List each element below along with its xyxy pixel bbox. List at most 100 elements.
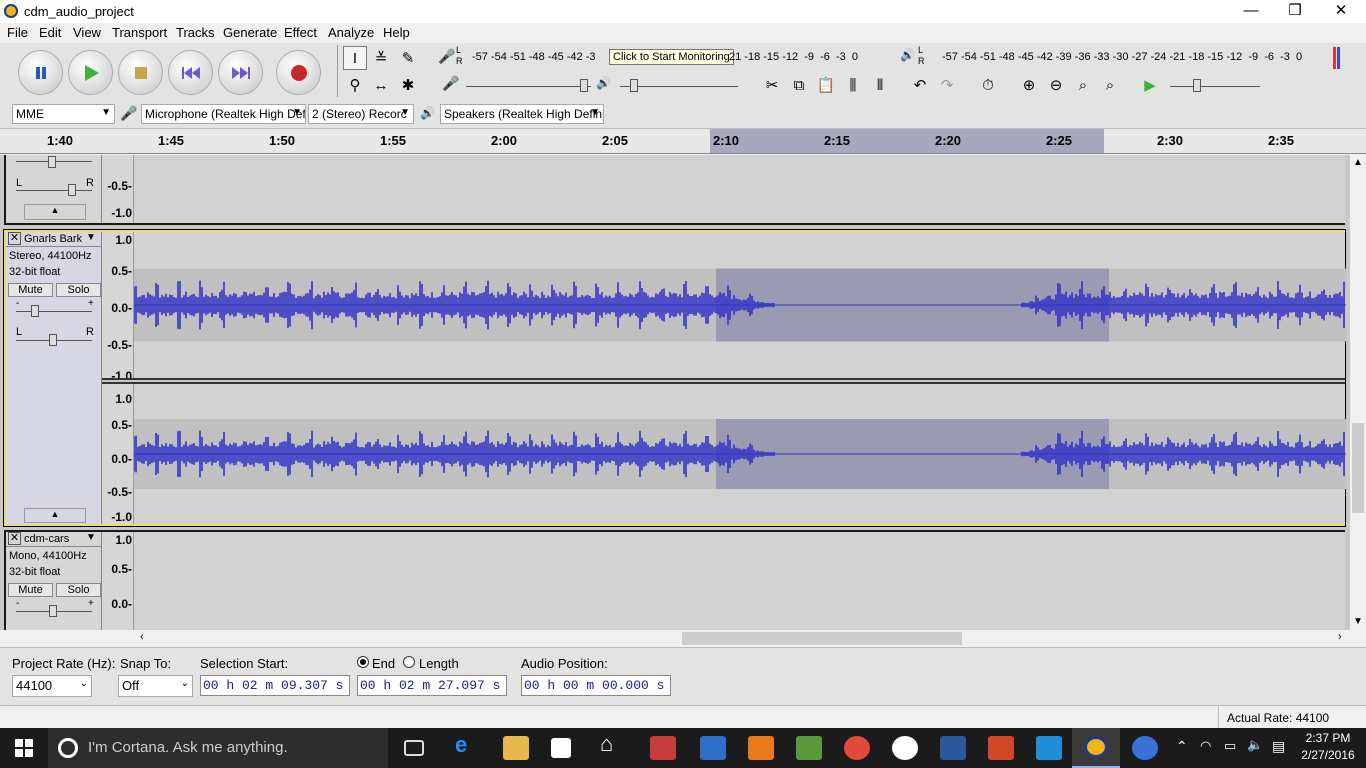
menu-analyze[interactable]: Analyze <box>328 25 374 40</box>
close-track-icon[interactable]: ✕ <box>8 232 21 245</box>
scroll-right-icon[interactable]: › <box>1338 631 1342 643</box>
play-button[interactable] <box>68 50 113 95</box>
record-button[interactable] <box>276 50 321 95</box>
zoom-out-icon[interactable]: ⊖ <box>1044 73 1068 97</box>
pause-button[interactable] <box>18 50 63 95</box>
cut-icon[interactable]: ✂ <box>760 73 784 97</box>
fit-selection-icon[interactable]: ⌕ <box>1071 73 1095 97</box>
menu-effect[interactable]: Effect <box>284 25 317 40</box>
draw-tool-icon[interactable]: ✎ <box>396 46 420 70</box>
close-track-icon[interactable]: ✕ <box>8 532 21 545</box>
horizontal-scroll-thumb[interactable] <box>682 632 962 645</box>
scroll-left-icon[interactable]: ‹ <box>140 631 144 643</box>
notifications-icon[interactable]: ▤ <box>1272 738 1285 755</box>
collapse-track-icon[interactable]: ▲ <box>24 508 86 523</box>
itunes-icon[interactable] <box>892 736 918 760</box>
battery-icon[interactable]: ▭ <box>1224 738 1236 754</box>
timeshift-tool-icon[interactable]: ↔ <box>369 73 393 97</box>
home-icon[interactable]: ⌂ <box>600 731 626 756</box>
vertical-scroll-thumb[interactable] <box>1352 423 1364 513</box>
skip-to-end-button[interactable] <box>218 50 263 95</box>
track-menu-chevron-icon[interactable]: ▼ <box>86 232 96 243</box>
horizontal-scrollbar[interactable]: ‹ › <box>132 630 1350 647</box>
pan-thumb[interactable] <box>49 334 57 346</box>
playback-meter-scale[interactable]: -57 -54 -51 -48 -45 -42 -39 -36 -33 -30 … <box>942 51 1302 63</box>
trim-icon[interactable]: ⫼ <box>841 73 865 97</box>
redo-icon[interactable]: ↷ <box>935 73 959 97</box>
solo-button[interactable]: Solo <box>56 283 101 297</box>
end-radio[interactable] <box>357 656 369 668</box>
gain-thumb[interactable] <box>31 305 39 317</box>
timeline-ruler[interactable]: 1:40 1:45 1:50 1:55 2:00 2:05 2:10 2:15 … <box>0 129 1366 154</box>
windows-start-icon[interactable] <box>15 739 33 757</box>
app-fin-icon[interactable] <box>1036 736 1062 760</box>
task-view-icon[interactable] <box>404 740 424 756</box>
track-menu-chevron-icon[interactable]: ▼ <box>86 532 96 543</box>
track-gnarls-bark[interactable]: ✕ Gnarls Bark ▼ Stereo, 44100Hz 32-bit f… <box>3 229 1346 527</box>
track-title-bar[interactable]: ✕ Gnarls Bark ▼ <box>6 232 102 247</box>
input-volume-slider[interactable] <box>466 86 591 87</box>
monitoring-tooltip[interactable]: Click to Start Monitoring <box>609 49 734 65</box>
copy-icon[interactable]: ⧉ <box>787 73 811 97</box>
waveform-empty[interactable] <box>133 532 1345 630</box>
wifi-icon[interactable]: ◠ <box>1200 738 1211 754</box>
app-green-icon[interactable] <box>796 736 822 760</box>
menu-view[interactable]: View <box>73 25 101 40</box>
playback-device-select[interactable]: Speakers (Realtek High Defini ▼ <box>440 104 604 124</box>
record-meter-scale-tail[interactable]: 21 -18 -15 -12 -9 -6 -3 0 <box>729 51 858 63</box>
selection-start-field[interactable]: 00 h 02 m 09.307 s <box>200 675 350 696</box>
clock-date[interactable]: 2/27/2016 <box>1298 748 1358 762</box>
menu-help[interactable]: Help <box>383 25 410 40</box>
snap-to-select[interactable]: Off ⌄ <box>118 675 193 697</box>
gain-slider[interactable] <box>16 311 92 312</box>
app-red-icon[interactable] <box>650 736 676 760</box>
zoom-tool-icon[interactable]: ⚲ <box>343 73 367 97</box>
sync-lock-icon[interactable]: ⏱ <box>976 73 1000 97</box>
collapse-track-icon[interactable]: ▲ <box>24 204 86 220</box>
input-volume-thumb[interactable] <box>580 79 588 92</box>
app-globe-icon[interactable] <box>1132 736 1158 760</box>
audacity-taskbar-button[interactable] <box>1072 728 1120 768</box>
skip-to-start-button[interactable] <box>168 50 213 95</box>
waveform-channel-right[interactable] <box>133 384 1346 524</box>
mute-button[interactable]: Mute <box>8 583 53 597</box>
play-at-speed-icon[interactable]: ▶ <box>1138 73 1162 97</box>
stop-button[interactable] <box>118 50 163 95</box>
waveform-empty[interactable] <box>133 155 1345 223</box>
play-speed-thumb[interactable] <box>1193 79 1201 92</box>
word-icon[interactable] <box>940 736 966 760</box>
menu-generate[interactable]: Generate <box>223 25 277 40</box>
track-cdm-cars[interactable]: ✕ cdm-cars ▼ Mono, 44100Hz 32-bit float … <box>4 530 1345 630</box>
show-hidden-icons-chevron-icon[interactable]: ⌃ <box>1176 738 1188 755</box>
menu-transport[interactable]: Transport <box>112 25 167 40</box>
minimize-button[interactable]: — <box>1228 0 1274 23</box>
menu-edit[interactable]: Edit <box>39 25 61 40</box>
store-icon[interactable] <box>551 738 571 758</box>
cortana-search-box[interactable]: I'm Cortana. Ask me anything. <box>48 728 388 768</box>
host-select[interactable]: MME ▼ <box>12 104 115 124</box>
menu-tracks[interactable]: Tracks <box>176 25 215 40</box>
pan-slider[interactable] <box>16 190 92 191</box>
waveform-channel-left[interactable] <box>133 232 1346 378</box>
track-title-bar[interactable]: ✕ cdm-cars ▼ <box>6 532 102 547</box>
output-volume-thumb[interactable] <box>630 79 638 92</box>
length-radio[interactable] <box>403 656 415 668</box>
undo-icon[interactable]: ↶ <box>908 73 932 97</box>
multi-tool-icon[interactable]: ✱ <box>396 73 420 97</box>
play-speed-slider[interactable] <box>1170 86 1260 87</box>
gain-thumb[interactable] <box>49 605 57 617</box>
project-rate-select[interactable]: 44100 ⌄ <box>12 675 92 697</box>
xampp-icon[interactable] <box>748 736 774 760</box>
vertical-scrollbar[interactable]: ▲ ▼ <box>1350 155 1366 630</box>
gain-thumb[interactable] <box>48 156 56 168</box>
edge-browser-icon[interactable]: e <box>455 732 481 757</box>
selection-tool-icon[interactable]: I <box>343 46 367 70</box>
envelope-tool-icon[interactable]: ≚ <box>369 46 393 70</box>
fit-project-icon[interactable]: ⌕ <box>1098 73 1122 97</box>
channels-select[interactable]: 2 (Stereo) Recorc ▼ <box>308 104 414 124</box>
silence-icon[interactable]: ⫴ <box>868 73 892 97</box>
chrome-icon[interactable] <box>844 736 870 760</box>
scroll-down-icon[interactable]: ▼ <box>1353 616 1363 627</box>
volume-icon[interactable]: 🔈 <box>1247 737 1263 753</box>
recording-device-select[interactable]: Microphone (Realtek High Def ▼ <box>141 104 306 124</box>
